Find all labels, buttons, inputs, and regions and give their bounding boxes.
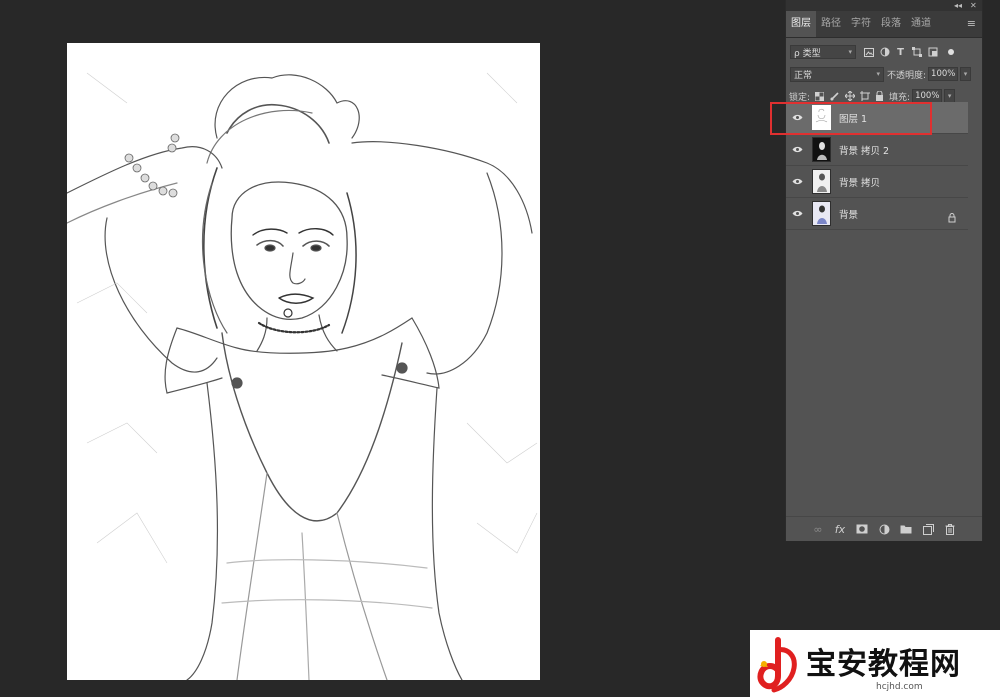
layer-row-background[interactable]: 背景 [786, 198, 968, 230]
link-icon[interactable]: ∞ [812, 523, 824, 536]
layer-name: 背景 拷贝 [839, 177, 881, 189]
layer-thumbnail [812, 201, 831, 226]
lock-all-icon[interactable] [874, 91, 885, 102]
watermark-url: hcjhd.com [876, 682, 923, 692]
tab-character[interactable]: 字符 [846, 11, 876, 37]
fill-value: 100% [915, 91, 940, 101]
fill-label: 填充: [889, 92, 911, 103]
layer-thumbnail [812, 169, 831, 194]
adjustment-icon[interactable] [878, 523, 890, 535]
tab-channels[interactable]: 通道 [906, 11, 936, 37]
panel-tabs: 图层 路径 字符 段落 通道 ≡ [786, 11, 982, 38]
brand-logo [757, 637, 797, 693]
layer-thumbnail [812, 105, 831, 130]
smart-object-filter-icon[interactable] [927, 47, 938, 58]
layer-name: 背景 [839, 209, 859, 221]
folder-icon[interactable] [900, 523, 912, 535]
shape-filter-icon[interactable] [911, 47, 922, 58]
layer-row-layer-1[interactable]: 图层 1 [786, 102, 968, 134]
panel-footer: ∞ fx [786, 516, 982, 541]
panel-menu-icon[interactable]: ≡ [967, 18, 976, 29]
sketch-image [67, 72, 538, 680]
lock-image-pixels-icon[interactable] [829, 91, 840, 102]
adjustment-filter-icon[interactable] [879, 47, 890, 58]
close-panel-icon[interactable]: ✕ [970, 0, 977, 11]
opacity-label: 不透明度: [887, 70, 927, 81]
blend-row: 正常 ▾ 不透明度: 100% ▾ [786, 63, 982, 85]
layer-list: 图层 1 背景 拷贝 2 背景 拷贝 背景 [786, 102, 968, 230]
lock-transparent-pixels-icon[interactable] [814, 91, 825, 102]
layer-name: 图层 1 [839, 113, 868, 125]
eye-icon[interactable] [786, 210, 808, 217]
lock-icon[interactable] [948, 208, 956, 227]
fill-dropdown-icon[interactable]: ▾ [944, 89, 956, 103]
layer-row-background-copy-2[interactable]: 背景 拷贝 2 [786, 134, 968, 166]
panel-title-bar: ◂◂ ✕ [786, 0, 982, 11]
fill-input[interactable]: 100% [912, 89, 943, 103]
watermark: 宝安教程网 hcjhd.com [750, 630, 1000, 697]
layer-filter-select[interactable]: ρ 类型 ▾ [790, 45, 856, 59]
chevron-down-icon: ▾ [876, 70, 880, 78]
eye-icon[interactable] [786, 146, 808, 153]
new-layer-icon[interactable] [922, 523, 934, 535]
pixel-filter-icon[interactable] [863, 47, 874, 58]
tab-paragraph[interactable]: 段落 [876, 11, 906, 37]
lock-label: 锁定: [789, 92, 811, 103]
collapse-panel-icon[interactable]: ◂◂ [954, 0, 962, 11]
layer-row-background-copy[interactable]: 背景 拷贝 [786, 166, 968, 198]
tab-layers[interactable]: 图层 [786, 11, 816, 37]
chevron-down-icon: ▾ [848, 48, 852, 56]
tab-paths[interactable]: 路径 [816, 11, 846, 37]
fx-icon[interactable]: fx [834, 523, 846, 536]
opacity-dropdown-icon[interactable]: ▾ [960, 67, 972, 81]
lock-artboard-icon[interactable] [859, 91, 870, 102]
trash-icon[interactable] [944, 523, 956, 535]
filter-row: ρ 类型 ▾ T [786, 41, 982, 63]
lock-position-icon[interactable] [844, 91, 855, 102]
eye-icon[interactable] [786, 178, 808, 185]
eye-icon[interactable] [786, 114, 808, 121]
layer-thumbnail [812, 137, 831, 162]
type-filter-icon[interactable]: T [895, 47, 906, 58]
layers-panel: ◂◂ ✕ 图层 路径 字符 段落 通道 ≡ ρ 类型 ▾ T 正常 ▾ 不透明度… [785, 0, 983, 541]
watermark-title: 宝安教程网 [806, 647, 961, 682]
filter-type-label: ρ 类型 [794, 48, 821, 59]
opacity-value: 100% [931, 69, 956, 79]
layer-name: 背景 拷贝 2 [839, 145, 890, 157]
filter-toggle-icon[interactable] [948, 49, 954, 55]
mask-icon[interactable] [856, 523, 868, 535]
blend-mode-value: 正常 [794, 70, 813, 81]
opacity-input[interactable]: 100% [928, 67, 959, 81]
blend-mode-select[interactable]: 正常 ▾ [790, 66, 884, 82]
document-canvas[interactable] [67, 43, 540, 680]
